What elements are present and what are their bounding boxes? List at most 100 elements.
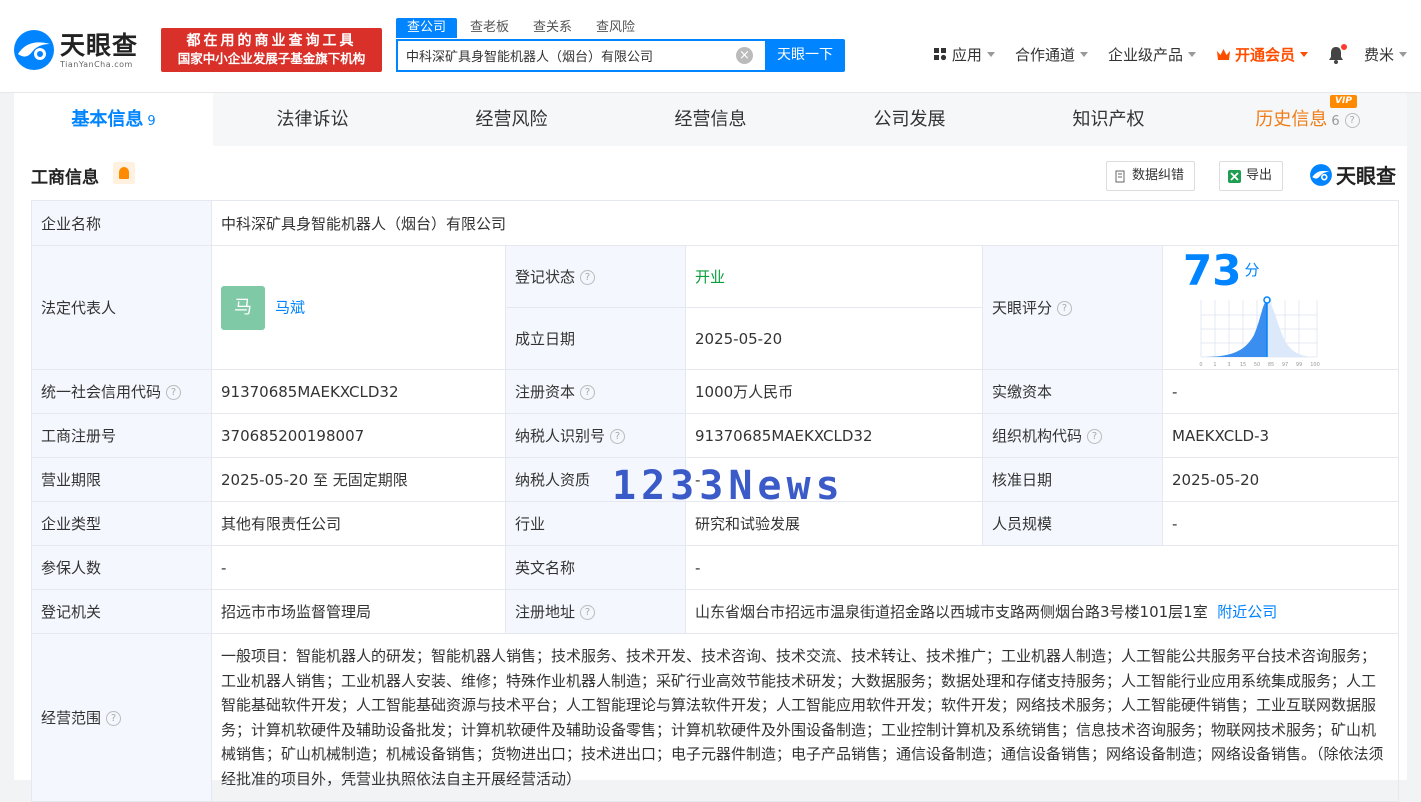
tab-basic-info[interactable]: 基本信息 9 bbox=[14, 93, 213, 146]
help-icon[interactable]: ? bbox=[166, 385, 182, 400]
table-row: 工商注册号 370685200198007 纳税人识别号? 91370685MA… bbox=[31, 413, 1399, 458]
staff-size-value: - bbox=[1162, 501, 1399, 546]
reg-number-label: 工商注册号 bbox=[31, 413, 212, 458]
nav-vip[interactable]: 开通会员 bbox=[1216, 44, 1308, 65]
tab-development[interactable]: 公司发展 bbox=[810, 93, 1009, 146]
section-title: 工商信息 bbox=[31, 168, 99, 188]
tab-boss[interactable]: 查老板 bbox=[459, 18, 520, 38]
help-icon[interactable]: ? bbox=[580, 605, 596, 620]
tab-count: 9 bbox=[147, 114, 156, 129]
paid-capital-value: - bbox=[1162, 369, 1399, 414]
score-tick: 1 bbox=[1213, 362, 1216, 368]
chevron-down-icon bbox=[1187, 52, 1196, 57]
english-name-value: - bbox=[685, 545, 1399, 590]
tab-operating-info[interactable]: 经营信息 bbox=[611, 93, 810, 146]
tab-label: 经营信息 bbox=[674, 109, 747, 130]
nav-apps[interactable]: 应用 bbox=[933, 44, 995, 65]
export-label: 导出 bbox=[1246, 168, 1273, 183]
monitor-bell-icon[interactable] bbox=[113, 162, 135, 184]
help-icon[interactable]: ? bbox=[610, 429, 626, 444]
score-tick: 3 bbox=[1227, 362, 1230, 368]
tab-operating-risk[interactable]: 经营风险 bbox=[412, 93, 611, 146]
export-button[interactable]: 导出 bbox=[1219, 161, 1284, 191]
taxpayer-id-label-text: 纳税人识别号 bbox=[515, 427, 606, 445]
org-code-label: 组织机构代码? bbox=[982, 413, 1163, 458]
credit-code-label: 统一社会信用代码? bbox=[31, 369, 212, 414]
term-label: 营业期限 bbox=[31, 457, 212, 502]
taxpayer-id-label: 纳税人识别号? bbox=[505, 413, 686, 458]
search-type-tabs: 查公司 查老板 查关系 查风险 bbox=[396, 18, 648, 38]
table-row: 登记机关 招远市市场监督管理局 注册地址? 山东省烟台市招远市温泉街道招金路以西… bbox=[31, 589, 1399, 634]
table-row: 法定代表人 马马斌 登记状态? 开业 天眼评分? 73 分 0 1 3 15 50 8 bbox=[31, 245, 1399, 370]
notification-bell[interactable] bbox=[1328, 43, 1347, 64]
reg-capital-value: 1000万人民币 bbox=[685, 369, 983, 414]
bell-icon bbox=[1328, 43, 1347, 64]
taxpayer-id-value: 91370685MAEKXCLD32 bbox=[685, 413, 983, 458]
grid-icon bbox=[933, 48, 947, 61]
legal-rep-cell: 马马斌 bbox=[211, 245, 506, 370]
score-cell[interactable]: 73 分 0 1 3 15 50 85 97 99 100 bbox=[1162, 245, 1399, 370]
chevron-down-icon bbox=[986, 52, 995, 57]
reg-status-label-text: 登记状态 bbox=[515, 268, 576, 286]
nav-enterprise[interactable]: 企业级产品 bbox=[1108, 44, 1196, 65]
nav-apps-label: 应用 bbox=[951, 46, 982, 64]
reg-status-label: 登记状态? bbox=[505, 245, 686, 308]
user-menu[interactable]: 费米 bbox=[1364, 44, 1407, 65]
approve-date-label: 核准日期 bbox=[982, 457, 1163, 502]
chevron-down-icon bbox=[1399, 52, 1407, 57]
search-input[interactable]: 中科深矿具身智能机器人（烟台）有限公司 × bbox=[396, 39, 765, 72]
nearby-companies-link[interactable]: 附近公司 bbox=[1217, 603, 1277, 621]
table-row: 企业名称 中科深矿具身智能机器人（烟台）有限公司 bbox=[31, 200, 1399, 246]
tab-company[interactable]: 查公司 bbox=[396, 18, 458, 38]
company-type-label: 企业类型 bbox=[31, 501, 212, 546]
legal-rep-link[interactable]: 马斌 bbox=[275, 298, 305, 316]
logo-domain: TianYanCha.com bbox=[60, 59, 133, 69]
detail-tabs: 基本信息 9 法律诉讼 经营风险 经营信息 公司发展 知识产权 历史信息 6? VIP bbox=[14, 93, 1407, 146]
main-content: 基本信息 9 法律诉讼 经营风险 经营信息 公司发展 知识产权 历史信息 6? VIP… bbox=[14, 93, 1407, 802]
tab-risk[interactable]: 查风险 bbox=[585, 18, 646, 38]
term-value: 2025-05-20 至 无固定期限 bbox=[211, 457, 506, 502]
tab-history[interactable]: 历史信息 6? VIP bbox=[1208, 93, 1407, 146]
data-correction-button[interactable]: 数据纠错 bbox=[1106, 161, 1196, 191]
chevron-down-icon bbox=[1079, 52, 1088, 57]
logo-eye-icon bbox=[1310, 163, 1332, 186]
authority-value: 招远市市场监督管理局 bbox=[211, 589, 506, 634]
tab-litigation[interactable]: 法律诉讼 bbox=[213, 93, 412, 146]
score-unit: 分 bbox=[1244, 261, 1260, 279]
score-tick: 97 bbox=[1282, 362, 1288, 368]
clear-icon[interactable]: × bbox=[736, 47, 753, 64]
site-logo[interactable]: 天眼查 TianYanCha.com bbox=[12, 28, 138, 72]
score-tick: 100 bbox=[1310, 362, 1320, 368]
est-date-value: 2025-05-20 bbox=[685, 307, 983, 370]
help-icon[interactable]: ? bbox=[580, 385, 596, 400]
score-tick: 99 bbox=[1296, 362, 1302, 368]
crown-icon bbox=[1216, 49, 1230, 60]
help-icon: ? bbox=[1344, 112, 1360, 128]
logo-name: 天眼查 bbox=[60, 30, 139, 60]
tab-relation[interactable]: 查关系 bbox=[522, 18, 583, 38]
vip-badge: VIP bbox=[1330, 95, 1357, 108]
search-button[interactable]: 天眼一下 bbox=[765, 39, 845, 72]
reg-number-value: 370685200198007 bbox=[211, 413, 506, 458]
score-value: 73 bbox=[1183, 246, 1242, 295]
unread-dot bbox=[1340, 43, 1347, 50]
scope-value: 一般项目：智能机器人的研发；智能机器人销售；技术服务、技术开发、技术咨询、技术交… bbox=[211, 633, 1399, 802]
authority-label: 登记机关 bbox=[31, 589, 212, 634]
table-row: 统一社会信用代码? 91370685MAEKXCLD32 注册资本? 1000万… bbox=[31, 369, 1399, 414]
nav-channel[interactable]: 合作通道 bbox=[1015, 44, 1088, 65]
address-value: 山东省烟台市招远市温泉街道招金路以西城市支路两侧烟台路3号楼101层1室 附近公… bbox=[685, 589, 1399, 634]
help-icon[interactable]: ? bbox=[580, 270, 596, 285]
insured-value: - bbox=[211, 545, 506, 590]
reg-capital-label: 注册资本? bbox=[505, 369, 686, 414]
help-icon[interactable]: ? bbox=[1087, 429, 1103, 444]
company-name-label: 企业名称 bbox=[31, 200, 212, 246]
insured-label: 参保人数 bbox=[31, 545, 212, 590]
tab-ip[interactable]: 知识产权 bbox=[1009, 93, 1208, 146]
data-correction-label: 数据纠错 bbox=[1132, 168, 1185, 183]
paid-capital-label: 实缴资本 bbox=[982, 369, 1163, 414]
help-icon[interactable]: ? bbox=[106, 711, 122, 726]
slogan-line2: 国家中小企业发展子基金旗下机构 bbox=[177, 51, 366, 66]
avatar[interactable]: 马 bbox=[221, 285, 265, 330]
table-row: 参保人数 - 英文名称 - bbox=[31, 545, 1399, 590]
help-icon[interactable]: ? bbox=[1057, 301, 1073, 316]
